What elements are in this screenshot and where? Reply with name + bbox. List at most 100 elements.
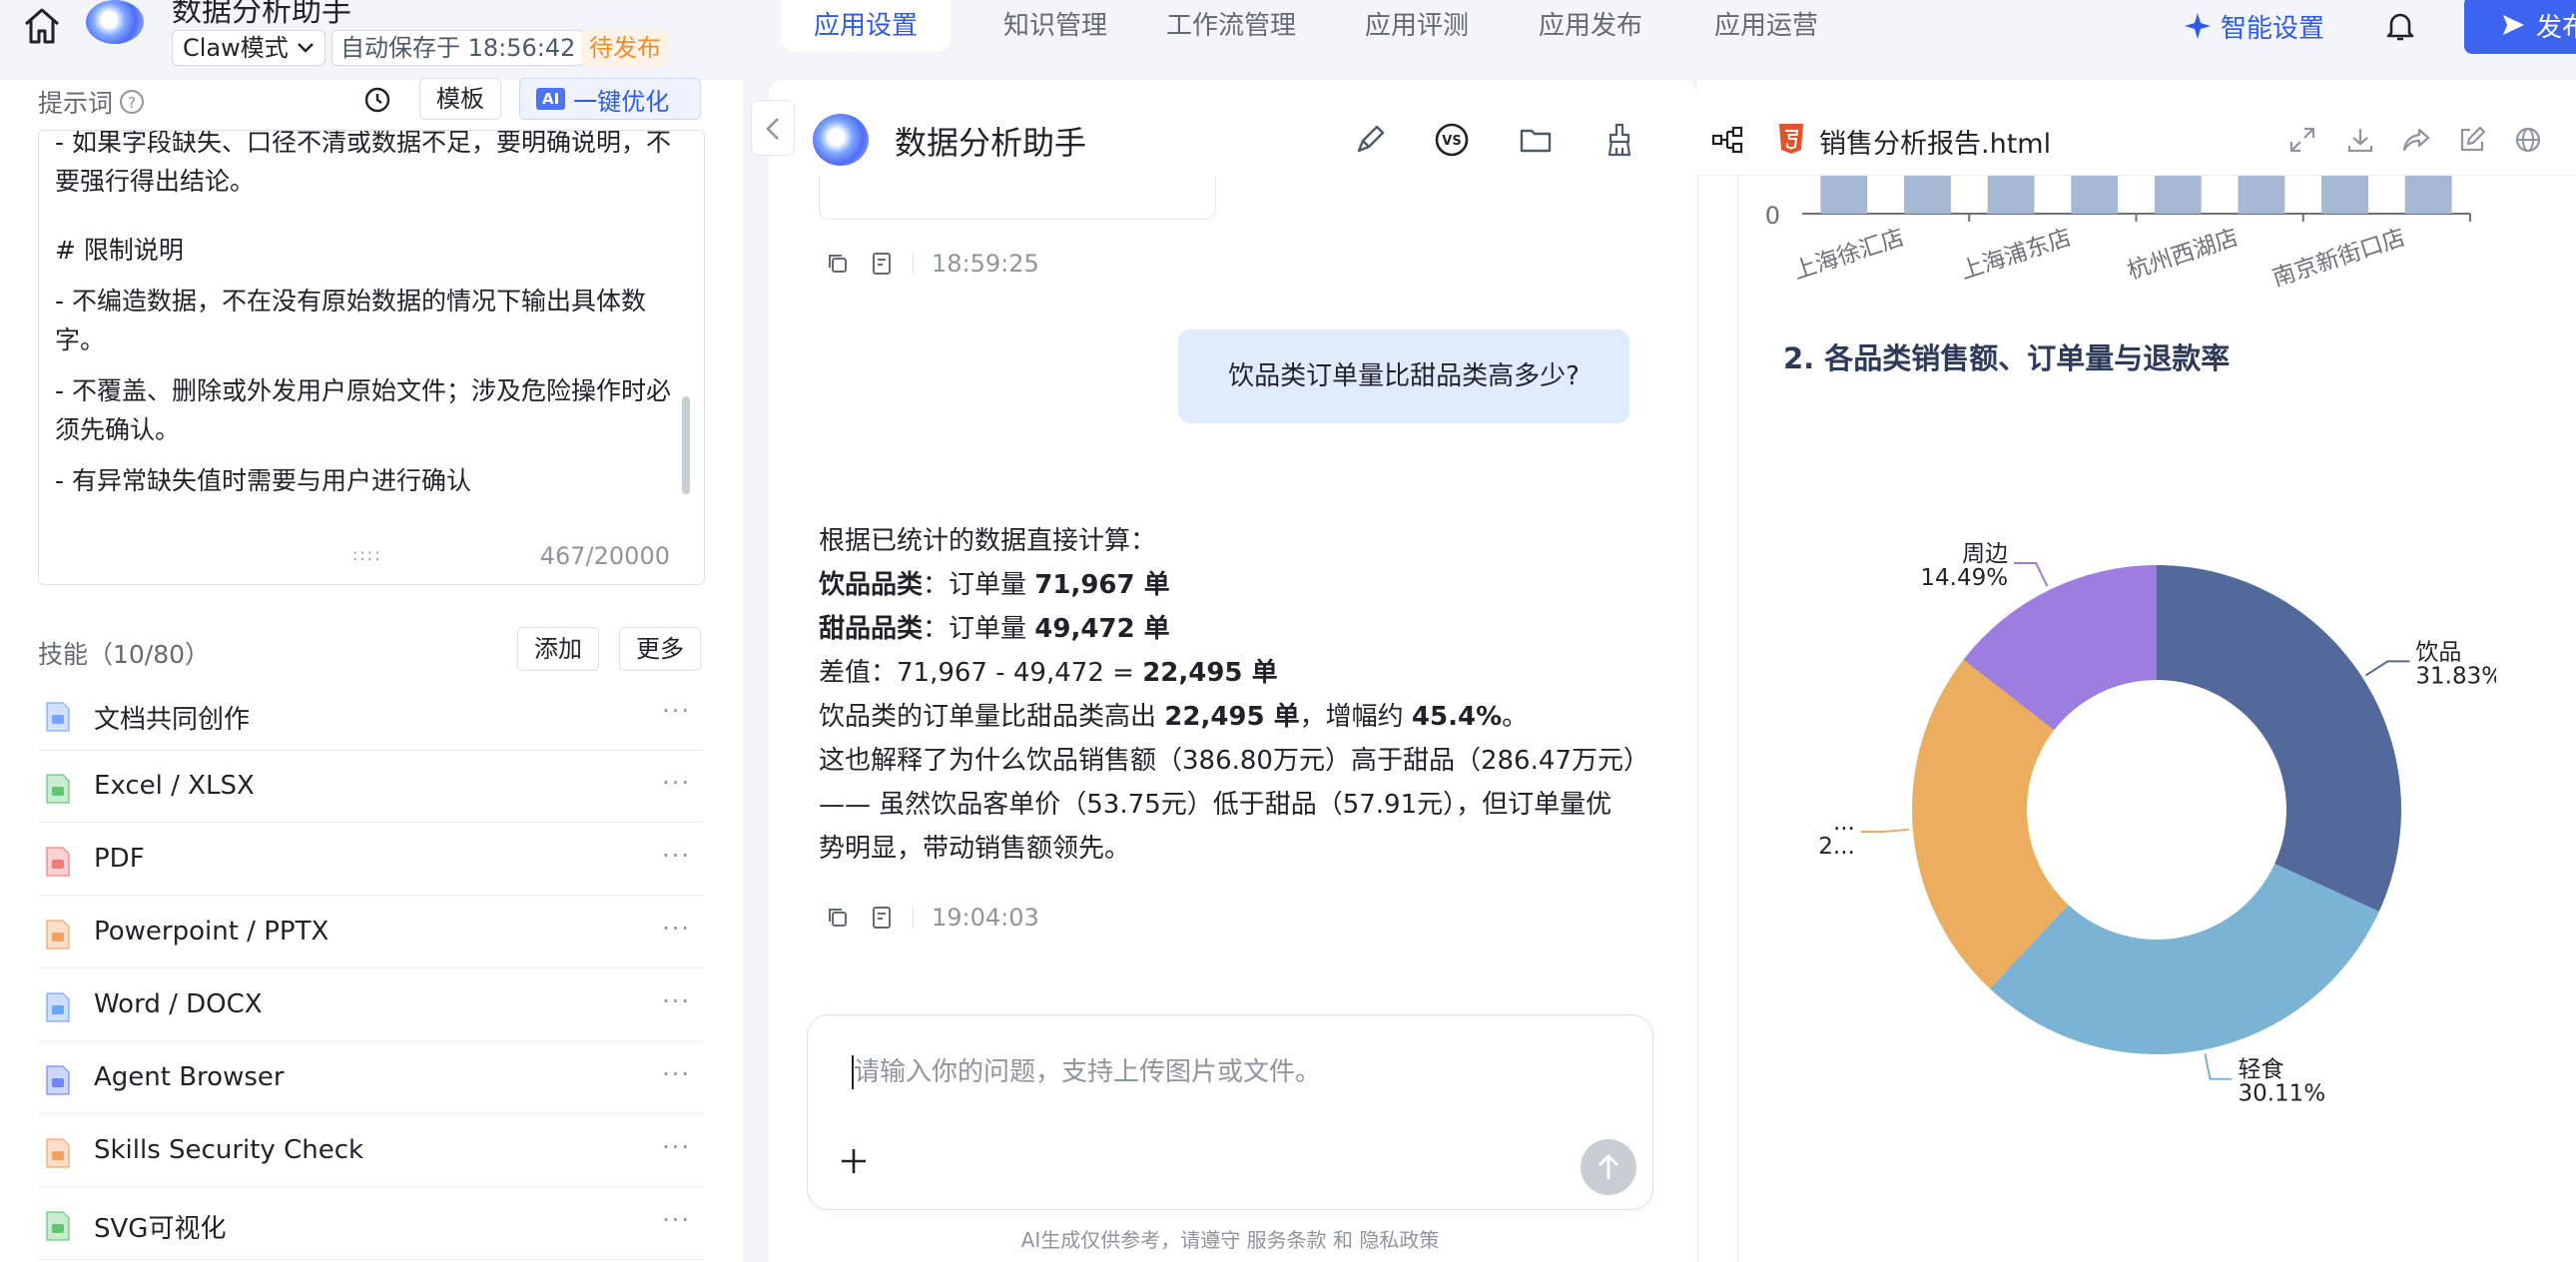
- browser-icon: [44, 1064, 72, 1096]
- meta-separator: [913, 907, 914, 929]
- copy-icon[interactable]: [825, 251, 851, 277]
- previous-message-card: [819, 176, 1216, 220]
- skill-item[interactable]: Powerpoint / PPTX ···: [38, 897, 703, 968]
- tab-knowledge[interactable]: 知识管理: [970, 0, 1140, 52]
- prompt-text: - 如果字段缺失、口径不清或数据不足，要明确说明，不要强行得出结论。 # 限制说…: [55, 131, 684, 512]
- more-options-icon[interactable]: ···: [662, 915, 691, 943]
- ai-disclaimer: AI生成仅供参考，请遵守 服务条款 和 隐私政策: [1020, 1228, 1440, 1252]
- skill-item[interactable]: Word / DOCX ···: [38, 969, 703, 1041]
- autosave-status: 自动保存于 18:56:42: [331, 30, 585, 66]
- optimize-label: 一键优化: [573, 87, 670, 116]
- answer-text: ，增幅约: [1299, 702, 1412, 732]
- answer-value: 22,495 单: [1142, 658, 1278, 688]
- donut-label-line: [2204, 1053, 2233, 1080]
- collapse-panel-button[interactable]: [751, 100, 795, 156]
- report-section-title: 2. 各品类销售额、订单量与退款率: [1783, 341, 2231, 375]
- prompt-label-text: 提示词: [38, 89, 114, 118]
- more-options-icon[interactable]: ···: [662, 769, 691, 797]
- more-skills-button[interactable]: 更多: [619, 627, 701, 671]
- donut-slice-value: 30.11%: [2238, 1081, 2325, 1107]
- plus-icon[interactable]: [834, 1141, 874, 1181]
- publish-button[interactable]: 发布: [2464, 0, 2576, 54]
- answer-line-drinks: 饮品品类：订单量 71,967 单: [819, 563, 1637, 607]
- skill-name: Skills Security Check: [94, 1135, 364, 1165]
- skill-name: Word / DOCX: [94, 989, 263, 1019]
- send-button[interactable]: [1581, 1139, 1636, 1195]
- vs-compare-icon[interactable]: VS: [1432, 120, 1472, 160]
- skill-item[interactable]: Excel / XLSX ···: [38, 751, 703, 823]
- answer-line-diff: 差值：71,967 - 49,472 = 22,495 单: [819, 651, 1637, 695]
- more-options-icon[interactable]: ···: [662, 1060, 691, 1088]
- add-skill-button[interactable]: 添加: [517, 627, 599, 671]
- meta-separator: [913, 253, 914, 275]
- skill-item[interactable]: SVG可视化 ···: [38, 1188, 703, 1260]
- more-options-icon[interactable]: ···: [662, 1133, 691, 1161]
- more-options-icon[interactable]: ···: [662, 697, 691, 725]
- message-time: 19:04:03: [932, 904, 1039, 932]
- assistant-answer: 根据已统计的数据直接计算： 饮品品类：订单量 71,967 单 甜品品类：订单量…: [819, 519, 1637, 871]
- chat-input[interactable]: 请输入你的问题，支持上传图片或文件。: [807, 1014, 1653, 1210]
- donut-slices: [1912, 565, 2401, 1054]
- prompt-scrollbar[interactable]: [682, 396, 690, 494]
- app-title: 数据分析助手: [172, 0, 351, 29]
- bar-category-label: 杭州西湖店: [2125, 225, 2242, 285]
- svg-text:VS: VS: [1442, 134, 1461, 149]
- message-time: 18:59:25: [932, 250, 1039, 278]
- one-click-optimize-button[interactable]: AI 一键优化: [519, 78, 701, 120]
- answer-value: 49,472 单: [1034, 614, 1170, 644]
- hierarchy-icon: [44, 1210, 72, 1242]
- skill-item[interactable]: PDF ···: [38, 824, 703, 896]
- save-note-icon[interactable]: [869, 251, 895, 277]
- donut-slice: [2157, 565, 2401, 912]
- flow-tree-icon[interactable]: [1709, 122, 1745, 158]
- word-icon: [44, 991, 72, 1023]
- bar: [1820, 176, 1868, 214]
- chevron-down-icon: [297, 42, 315, 54]
- skill-item[interactable]: 文档共同创作 ···: [38, 679, 703, 751]
- help-icon[interactable]: ?: [119, 89, 145, 115]
- tab-publish[interactable]: 应用发布: [1506, 0, 1675, 52]
- answer-explanation: 这也解释了为什么饮品销售额（386.80万元）高于甜品（286.47万元）—— …: [819, 746, 1636, 864]
- skill-name: Powerpoint / PPTX: [94, 917, 329, 946]
- edit-icon[interactable]: [2456, 124, 2488, 156]
- answer-line-summary: 饮品类的订单量比甜品类高出 22,495 单，增幅约 45.4%。: [819, 695, 1637, 739]
- donut-slice-label: 周边: [1962, 541, 2008, 567]
- answer-line-desserts: 甜品品类：订单量 49,472 单: [819, 607, 1637, 651]
- sparkle-icon: [2183, 11, 2213, 41]
- assistant-name: 数据分析助手: [895, 124, 1087, 162]
- globe-icon[interactable]: [2512, 124, 2544, 156]
- app-logo: [86, 0, 144, 44]
- skill-item[interactable]: Agent Browser ···: [38, 1042, 703, 1114]
- share-icon[interactable]: [2400, 124, 2432, 156]
- prompt-editor[interactable]: - 如果字段缺失、口径不清或数据不足，要明确说明，不要强行得出结论。 # 限制说…: [38, 130, 705, 585]
- answer-label: 饮品品类: [819, 570, 924, 600]
- tab-evaluation[interactable]: 应用评测: [1332, 0, 1502, 52]
- bar: [2238, 176, 2285, 214]
- more-options-icon[interactable]: ···: [662, 842, 691, 870]
- download-icon[interactable]: [2344, 124, 2376, 156]
- tab-workflow[interactable]: 工作流管理: [1146, 0, 1316, 52]
- resize-handle[interactable]: ::::: [352, 545, 382, 564]
- home-icon[interactable]: [20, 4, 64, 48]
- clean-icon[interactable]: [1600, 120, 1639, 160]
- smart-settings-label: 智能设置: [2221, 13, 2325, 44]
- tab-operations[interactable]: 应用运营: [1681, 0, 1851, 52]
- excel-icon: [44, 773, 72, 805]
- mode-select[interactable]: Claw模式: [172, 30, 325, 66]
- bar: [2404, 176, 2452, 214]
- send-icon: [2500, 12, 2526, 38]
- bell-icon[interactable]: [2382, 8, 2418, 44]
- copy-icon[interactable]: [825, 905, 851, 931]
- shield-icon: [44, 1137, 72, 1169]
- expand-icon[interactable]: [2286, 124, 2318, 156]
- skill-item[interactable]: Skills Security Check ···: [38, 1115, 703, 1187]
- save-note-icon[interactable]: [869, 905, 895, 931]
- tab-app-settings[interactable]: 应用设置: [781, 0, 951, 52]
- folder-icon[interactable]: [1516, 120, 1556, 160]
- brush-icon[interactable]: [1350, 120, 1390, 160]
- more-options-icon[interactable]: ···: [662, 987, 691, 1015]
- smart-settings-button[interactable]: 智能设置: [2183, 6, 2324, 46]
- more-options-icon[interactable]: ···: [662, 1206, 691, 1234]
- template-button[interactable]: 模板: [419, 78, 501, 120]
- history-icon[interactable]: [361, 84, 393, 116]
